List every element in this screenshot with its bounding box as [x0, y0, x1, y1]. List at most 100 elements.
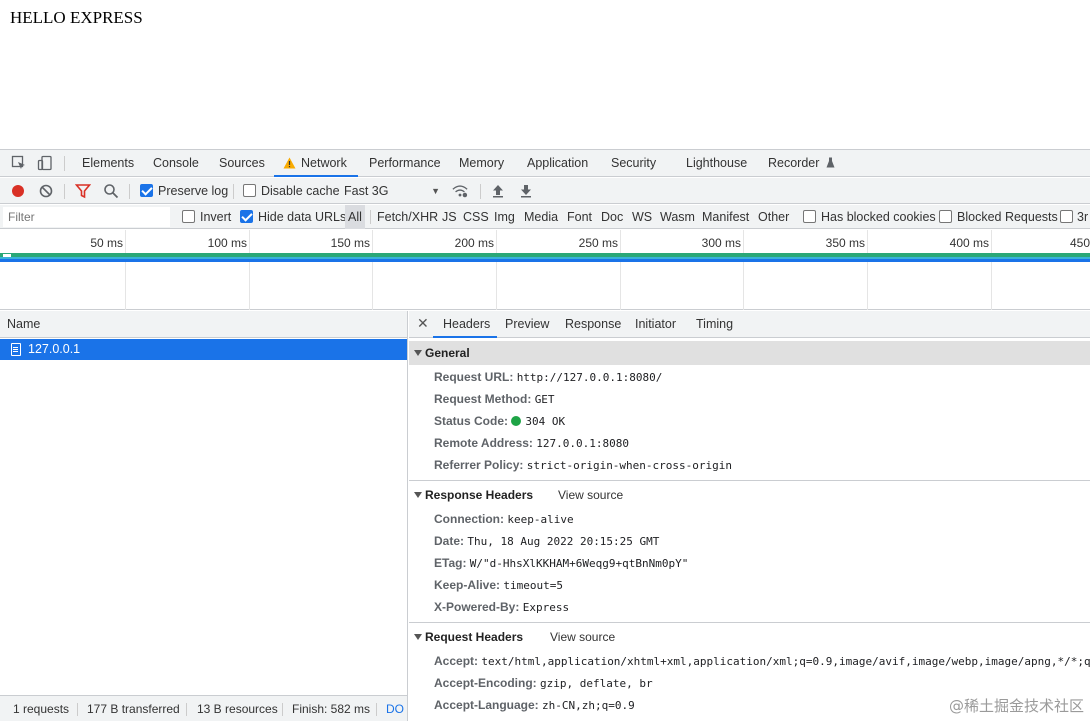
device-toolbar-icon[interactable]: [37, 155, 53, 171]
status-divider: [186, 703, 187, 716]
preserve-log-checkbox[interactable]: [140, 184, 153, 197]
throttle-select[interactable]: Fast 3G ▼: [344, 178, 440, 204]
filter-type-font[interactable]: Font: [567, 205, 592, 229]
response-header-row: Keep-Alive: timeout=5: [434, 574, 563, 596]
network-conditions-icon[interactable]: [452, 183, 468, 199]
filter-type-doc[interactable]: Doc: [601, 205, 623, 229]
header-key: Accept:: [434, 654, 479, 668]
close-icon[interactable]: ✕: [417, 311, 429, 336]
overview-gridline: [620, 230, 621, 310]
filter-type-all[interactable]: All: [345, 205, 365, 229]
throttle-value: Fast 3G: [344, 184, 389, 198]
tab-application[interactable]: Application: [527, 150, 588, 177]
tab-performance[interactable]: Performance: [369, 150, 441, 177]
details-tab-headers[interactable]: Headers: [433, 311, 497, 338]
response-header-row: X-Powered-By: Express: [434, 596, 569, 618]
details-tab-preview[interactable]: Preview: [505, 311, 549, 338]
header-key: Referrer Policy:: [434, 458, 524, 472]
filter-type-ws[interactable]: WS: [632, 205, 652, 229]
tab-recorder[interactable]: Recorder: [768, 150, 835, 177]
blocked-requests-checkbox[interactable]: [939, 210, 952, 223]
hide-data-urls-label: Hide data URLs: [258, 210, 347, 224]
tab-sources[interactable]: Sources: [219, 150, 265, 177]
toolbar-divider: [64, 156, 65, 171]
collapse-triangle-icon: [414, 634, 422, 640]
details-tab-initiator[interactable]: Initiator: [635, 311, 676, 338]
section-divider: [409, 480, 1090, 481]
tab-memory[interactable]: Memory: [459, 150, 504, 177]
page-viewport: HELLO EXPRESS: [0, 0, 1090, 150]
header-value: timeout=5: [503, 579, 563, 592]
filter-type-media[interactable]: Media: [524, 205, 558, 229]
header-key: ETag:: [434, 556, 467, 570]
request-header-row: Accept-Language: zh-CN,zh;q=0.9: [434, 694, 635, 716]
header-key: Request URL:: [434, 370, 514, 384]
invert-checkbox[interactable]: [182, 210, 195, 223]
network-overview[interactable]: 50 ms 100 ms 150 ms 200 ms 250 ms 300 ms…: [0, 230, 1090, 310]
toolbar-divider: [480, 184, 481, 199]
status-finish: Finish: 582 ms: [292, 702, 371, 716]
header-key: X-Powered-By:: [434, 600, 520, 614]
third-party-checkbox[interactable]: [1060, 210, 1073, 223]
response-headers-section[interactable]: Response Headers View source: [409, 483, 1090, 507]
tab-security[interactable]: Security: [611, 150, 656, 177]
filter-type-wasm[interactable]: Wasm: [660, 205, 695, 229]
tab-network-label: Network: [301, 156, 347, 170]
general-row: Status Code: 304 OK: [434, 410, 565, 432]
collapse-triangle-icon: [414, 350, 422, 356]
tab-network[interactable]: Network: [274, 150, 358, 177]
request-view-source-link[interactable]: View source: [550, 625, 615, 649]
header-value: strict-origin-when-cross-origin: [526, 459, 733, 472]
details-tabbar: ✕ Headers Preview Response Initiator Tim…: [409, 311, 1090, 338]
response-view-source-link[interactable]: View source: [558, 483, 623, 507]
request-list: Name 127.0.0.1: [0, 311, 408, 695]
request-header-row: Accept: text/html,application/xhtml+xml,…: [434, 650, 1090, 672]
has-blocked-cookies-checkbox[interactable]: [803, 210, 816, 223]
overview-gridline: [372, 230, 373, 310]
import-har-icon[interactable]: [490, 183, 506, 199]
clear-icon[interactable]: [38, 183, 54, 199]
devtools-tabbar: Elements Console Sources Network Perform…: [0, 150, 1090, 177]
filter-type-js[interactable]: JS: [442, 205, 457, 229]
tab-elements[interactable]: Elements: [82, 150, 134, 177]
watermark: @稀土掘金技术社区: [948, 697, 1084, 715]
hide-data-urls-checkbox[interactable]: [240, 210, 253, 223]
filter-type-other[interactable]: Other: [758, 205, 789, 229]
overview-gridline: [991, 230, 992, 310]
general-section[interactable]: General: [409, 341, 1090, 365]
request-headers-section[interactable]: Request Headers View source: [409, 625, 1090, 649]
response-header-row: Connection: keep-alive: [434, 508, 574, 530]
name-column-header[interactable]: Name: [0, 311, 407, 338]
header-value: GET: [534, 393, 555, 406]
tab-lighthouse[interactable]: Lighthouse: [686, 150, 747, 177]
disable-cache-checkbox[interactable]: [243, 184, 256, 197]
search-icon[interactable]: [103, 183, 119, 199]
record-icon[interactable]: [10, 183, 26, 199]
export-har-icon[interactable]: [518, 183, 534, 199]
details-tab-response[interactable]: Response: [565, 311, 621, 338]
overview-tick: 350 ms: [825, 236, 865, 250]
filter-type-css[interactable]: CSS: [463, 205, 489, 229]
header-value: http://127.0.0.1:8080/: [516, 371, 663, 384]
overview-tick: 400 ms: [949, 236, 989, 250]
filter-icon[interactable]: [75, 183, 91, 199]
filter-type-manifest[interactable]: Manifest: [702, 205, 749, 229]
header-value: keep-alive: [507, 513, 574, 526]
flask-icon: [826, 157, 835, 168]
general-row: Request Method: GET: [434, 388, 555, 410]
toolbar-divider: [64, 184, 65, 199]
filter-input[interactable]: [3, 207, 170, 227]
inspect-element-icon[interactable]: [11, 155, 27, 171]
chevron-down-icon: ▼: [431, 186, 440, 196]
overview-gridline: [496, 230, 497, 310]
overview-tick: 200 ms: [454, 236, 494, 250]
overview-request-bar: [0, 253, 1090, 262]
overview-tick: 50 ms: [90, 236, 123, 250]
header-key: Accept-Language:: [434, 698, 539, 712]
tab-console[interactable]: Console: [153, 150, 199, 177]
filter-type-fetch-xhr[interactable]: Fetch/XHR: [377, 205, 438, 229]
status-resources: 13 B resources: [197, 702, 278, 716]
details-tab-timing[interactable]: Timing: [696, 311, 733, 338]
request-row[interactable]: 127.0.0.1: [0, 339, 407, 360]
filter-type-img[interactable]: Img: [494, 205, 515, 229]
